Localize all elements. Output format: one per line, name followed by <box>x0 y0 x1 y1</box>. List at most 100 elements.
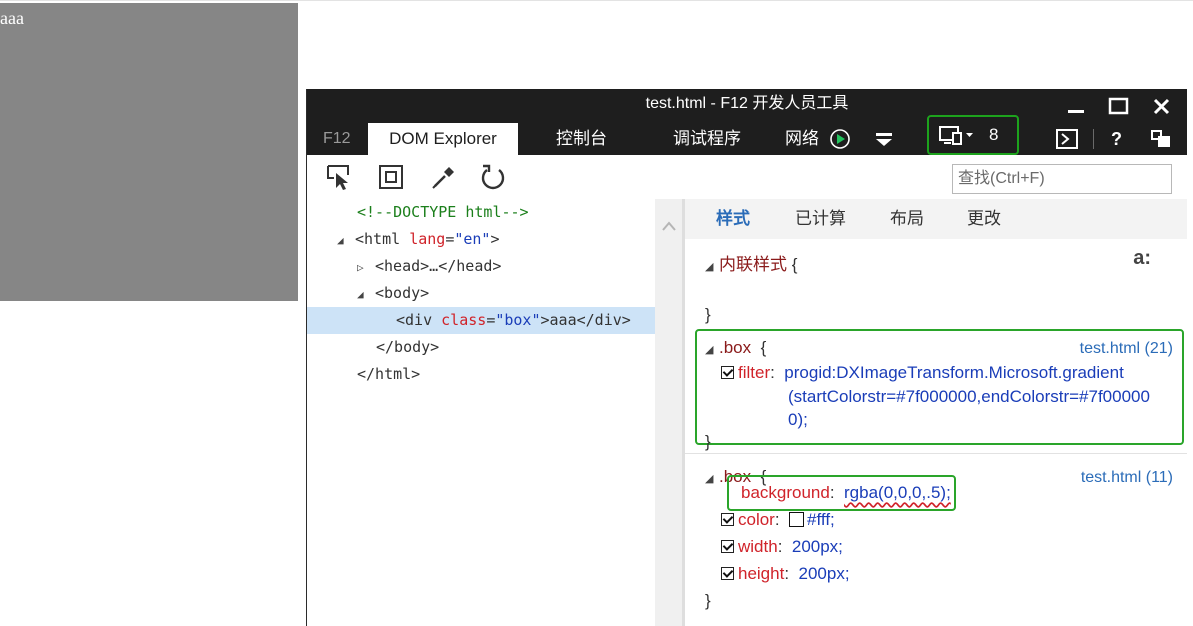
property-value[interactable]: #fff; <box>807 510 835 529</box>
device-emulation-icon <box>939 125 975 145</box>
property-name: color <box>738 510 775 529</box>
emulation-button[interactable]: 8 <box>927 115 1019 155</box>
brace-open: { <box>791 255 798 274</box>
color-picker-icon[interactable] <box>429 163 457 191</box>
dom-scrollbar[interactable] <box>655 199 682 626</box>
rule-height-property[interactable]: height: 200px; <box>721 562 850 586</box>
rule-filter-property[interactable]: filter: progid:DXImageTransform.Microsof… <box>721 361 1124 385</box>
tag-text: <html <box>355 230 401 248</box>
emulation-count: 8 <box>989 125 999 144</box>
attr-value: "en" <box>454 230 491 248</box>
collapsed-arrow-icon[interactable]: ▷ <box>357 254 375 281</box>
rule-filter-value-line2: (startColorstr=#7f000000,endColorstr=#7f… <box>788 385 1150 409</box>
node-text: aaa <box>549 311 577 329</box>
tag-text: </html> <box>357 365 421 383</box>
doctype-text: <!--DOCTYPE html--> <box>357 203 529 221</box>
tag-bracket: > <box>540 311 550 329</box>
tab-computed[interactable]: 已计算 <box>795 199 846 239</box>
help-icon[interactable]: ? <box>1111 126 1122 152</box>
attr-eq: = <box>445 230 455 248</box>
attr-eq: = <box>486 311 496 329</box>
source-link-11[interactable]: test.html (11) <box>1081 466 1173 490</box>
property-name: filter <box>738 363 771 382</box>
tab-network[interactable]: 网络 <box>785 123 819 155</box>
page-box-element: aaa <box>0 3 298 301</box>
property-checkbox[interactable] <box>721 540 734 553</box>
property-checkbox[interactable] <box>721 567 734 580</box>
rule-box-21-header[interactable]: ◢ .box { <box>705 336 766 362</box>
tag-text: <body> <box>375 284 430 302</box>
rule-background-property[interactable]: background: rgba(0,0,0,.5); <box>741 481 951 505</box>
property-value: (startColorstr=#7f000000,endColorstr=#7f… <box>788 387 1150 406</box>
find-input[interactable]: 查找(Ctrl+F) <box>952 164 1172 194</box>
highlight-element-icon[interactable] <box>377 163 405 191</box>
rule-selector: .box <box>719 338 752 357</box>
property-value[interactable]: progid:DXImageTransform.Microsoft.gradie… <box>784 363 1124 382</box>
brace-close: } <box>705 591 711 610</box>
dom-node-html-close[interactable]: </html> <box>357 361 420 388</box>
property-checkbox[interactable] <box>721 366 734 379</box>
property-value[interactable]: 200px; <box>792 537 843 556</box>
property-name: background <box>741 483 830 502</box>
dom-tree: <!--DOCTYPE html--> ◢ <html lang="en"> ▷ <… <box>307 199 655 626</box>
inline-style-header[interactable]: ◢ 内联样式 { <box>705 253 797 279</box>
source-link-21[interactable]: test.html (21) <box>1080 337 1173 361</box>
tab-f12: F12 <box>323 130 351 147</box>
toolbar-divider <box>1093 129 1094 149</box>
tag-text: </div> <box>576 311 631 329</box>
dom-node-body[interactable]: ◢ <body> <box>357 280 429 307</box>
styles-tab-bar: 样式 已计算 布局 更改 <box>685 199 1187 239</box>
tag-text: </body> <box>376 338 440 356</box>
tab-styles[interactable]: 样式 <box>716 199 750 239</box>
property-value[interactable]: 200px; <box>799 564 850 583</box>
dom-node-head[interactable]: ▷ <head>…</head> <box>357 253 501 280</box>
expanded-arrow-icon[interactable]: ◢ <box>357 281 375 308</box>
dom-node-html[interactable]: ◢ <html lang="en"> <box>337 226 500 253</box>
attr-name: class <box>441 311 487 329</box>
f12-devtools-window: test.html - F12 开发人员工具 F12 DOM Explorer … <box>306 89 1187 626</box>
brace-open: { <box>760 338 767 357</box>
rule-color-property[interactable]: color: #fff; <box>721 508 835 532</box>
attr-name: lang <box>409 230 446 248</box>
dom-node-body-close[interactable]: </body> <box>376 334 439 361</box>
property-name: width <box>738 537 778 556</box>
property-value: 0); <box>788 410 808 429</box>
property-name: height <box>738 564 785 583</box>
undock-icon[interactable] <box>1150 129 1172 149</box>
pseudo-state-toggle[interactable]: a: <box>1133 247 1151 270</box>
maximize-icon[interactable] <box>1105 93 1133 121</box>
tag-text: <head>…</head> <box>375 257 502 275</box>
play-icon[interactable] <box>829 128 851 150</box>
tab-dom-explorer[interactable]: DOM Explorer <box>368 123 518 155</box>
more-tabs-icon[interactable] <box>874 131 894 147</box>
tag-bracket: > <box>490 230 500 248</box>
page-top-border <box>0 0 1193 1</box>
rule-width-property[interactable]: width: 200px; <box>721 535 843 559</box>
console-toggle-icon[interactable] <box>1056 129 1078 149</box>
tab-debugger[interactable]: 调试程序 <box>673 123 741 155</box>
dom-node-doctype[interactable]: <!--DOCTYPE html--> <box>357 199 529 226</box>
property-checkbox[interactable] <box>721 513 734 526</box>
expanded-arrow-icon[interactable]: ◢ <box>705 255 719 279</box>
tab-layout[interactable]: 布局 <box>890 199 924 239</box>
tab-console[interactable]: 控制台 <box>556 123 607 155</box>
close-icon[interactable] <box>1148 93 1176 121</box>
minimize-icon[interactable] <box>1062 93 1090 121</box>
rule-divider <box>685 453 1187 454</box>
inline-style-label: 内联样式 <box>719 255 787 274</box>
property-value-invalid[interactable]: rgba(0,0,0,.5); <box>844 483 951 502</box>
rule-filter-value-line3: 0); <box>788 408 808 432</box>
brace-close: } <box>705 432 711 451</box>
scroll-up-icon[interactable] <box>661 219 677 231</box>
select-element-icon[interactable] <box>325 163 353 191</box>
expanded-arrow-icon[interactable]: ◢ <box>337 227 355 254</box>
expanded-arrow-icon[interactable]: ◢ <box>705 467 719 491</box>
tag-text: <div <box>396 311 433 329</box>
window-title: test.html - F12 开发人员工具 <box>645 95 849 112</box>
dom-node-div-selected[interactable]: <div class="box">aaa</div> <box>307 307 655 334</box>
dom-toolbar: 查找(Ctrl+F) <box>307 155 1187 200</box>
tab-changes[interactable]: 更改 <box>967 199 1001 239</box>
refresh-icon[interactable] <box>479 163 507 191</box>
color-swatch[interactable] <box>789 512 805 527</box>
expanded-arrow-icon[interactable]: ◢ <box>705 338 719 362</box>
